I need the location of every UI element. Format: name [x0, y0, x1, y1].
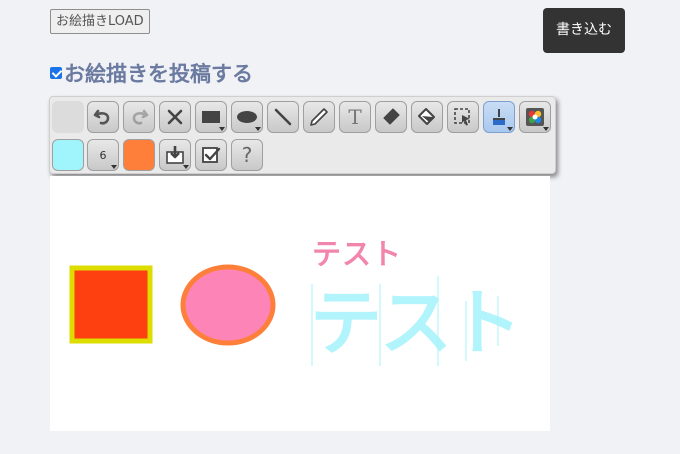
dropdown-caret-icon	[183, 165, 189, 169]
canvas-text-cyan: テスト	[310, 281, 522, 365]
confirm-button[interactable]	[195, 139, 227, 171]
select-tool-button[interactable]	[447, 101, 479, 133]
blank-slot	[52, 101, 84, 133]
palette-icon	[526, 108, 544, 126]
pen-tool-button[interactable]	[303, 101, 335, 133]
line-tool-button[interactable]	[267, 101, 299, 133]
ellipse-icon	[237, 111, 257, 123]
clear-button[interactable]	[159, 101, 191, 133]
drawn-ellipse	[180, 264, 276, 346]
redo-button[interactable]	[123, 101, 155, 133]
pen-icon	[310, 108, 328, 126]
rectangle-tool-button[interactable]	[195, 101, 227, 133]
pen-size-button[interactable]: 6	[87, 139, 119, 171]
dropdown-caret-icon	[219, 127, 225, 131]
drawn-square	[69, 265, 153, 344]
ellipse-tool-button[interactable]	[231, 101, 263, 133]
eraser-icon	[383, 108, 400, 125]
undo-button[interactable]	[87, 101, 119, 133]
dropdown-caret-icon	[111, 165, 117, 169]
help-button[interactable]: ?	[231, 139, 263, 171]
help-icon: ?	[241, 143, 253, 167]
fill-icon	[418, 108, 435, 125]
eraser-tool-button[interactable]	[375, 101, 407, 133]
rectangle-icon	[202, 111, 220, 123]
dropdown-caret-icon	[507, 127, 513, 131]
drawing-canvas[interactable]: テスト テスト	[50, 176, 550, 431]
text-icon: T	[348, 105, 362, 129]
write-post-button[interactable]: 書き込む	[543, 8, 625, 53]
brush-icon	[493, 109, 505, 125]
load-drawing-button[interactable]: お絵描きLOAD	[50, 9, 150, 34]
text-tool-button[interactable]: T	[339, 101, 371, 133]
drawing-toolbar: T 6 ?	[49, 96, 556, 174]
brush-tool-button[interactable]	[483, 101, 515, 133]
redo-icon	[132, 109, 149, 125]
undo-icon	[93, 109, 110, 125]
post-drawing-label: お絵描きを投稿する	[64, 62, 253, 86]
post-drawing-option[interactable]: お絵描きを投稿する	[50, 58, 253, 88]
save-image-button[interactable]	[159, 139, 191, 171]
secondary-color-swatch[interactable]	[123, 139, 155, 171]
post-drawing-checkbox[interactable]	[50, 67, 62, 79]
primary-color-swatch[interactable]	[52, 139, 84, 171]
dropdown-caret-icon	[543, 127, 549, 131]
checkbox-icon	[202, 147, 221, 163]
palette-button[interactable]	[519, 101, 551, 133]
pen-size-value: 6	[99, 148, 107, 162]
dropdown-caret-icon	[255, 127, 261, 131]
select-icon	[454, 108, 470, 126]
save-icon	[166, 146, 184, 164]
fill-tool-button[interactable]	[411, 101, 443, 133]
clear-icon	[167, 109, 183, 125]
line-icon	[274, 108, 292, 126]
